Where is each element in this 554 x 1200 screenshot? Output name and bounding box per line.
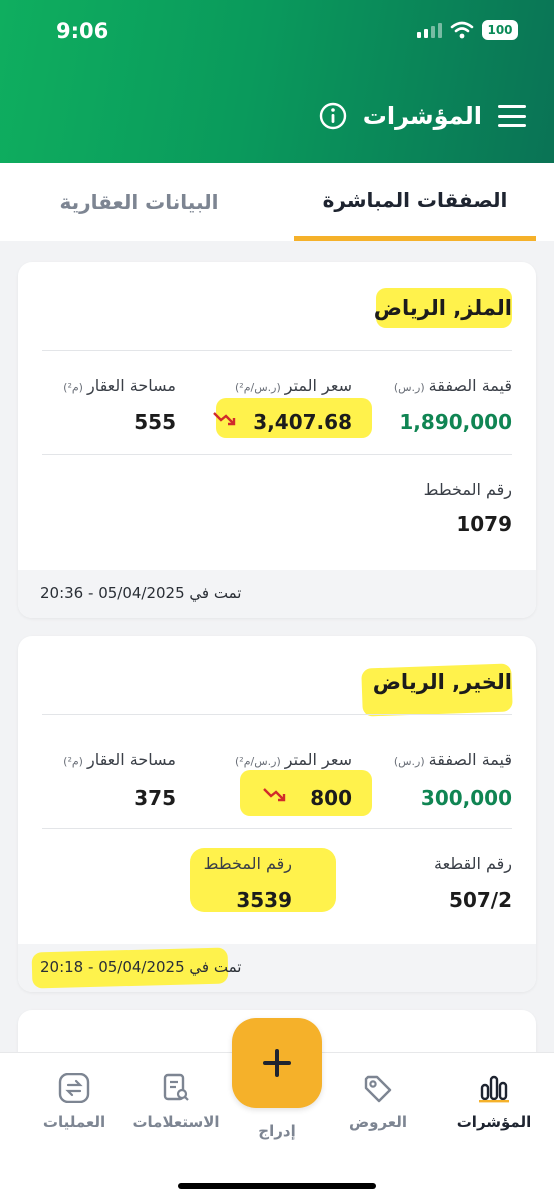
deal-location: الخير, الرياض — [372, 670, 512, 694]
plus-icon — [263, 1049, 291, 1077]
tab-bar: الصفقات المباشرة البيانات العقارية — [0, 163, 554, 241]
info-icon[interactable] — [319, 102, 347, 130]
area-label: مساحة العقار(م²) — [63, 376, 176, 395]
signal-icon — [417, 23, 442, 38]
plan-number-label: رقم المخطط — [423, 480, 512, 499]
nav-operations[interactable]: العمليات — [24, 1073, 124, 1131]
nav-inquiries[interactable]: الاستعلامات — [126, 1073, 226, 1131]
deal-card[interactable]: الخير, الرياض قيمة الصفقة(ر.س) سعر المتر… — [18, 636, 536, 992]
meter-price: 3,407.68 — [253, 410, 352, 434]
status-icons: 100 — [416, 20, 518, 40]
deal-value-label: قيمة الصفقة(ر.س) — [393, 750, 512, 769]
app-header: 9:06 100 المؤشرات — [0, 0, 554, 163]
document-search-icon — [163, 1073, 189, 1101]
bar-chart-icon — [479, 1075, 509, 1103]
area-value: 555 — [134, 410, 176, 434]
area-label: مساحة العقار(م²) — [63, 750, 176, 769]
nav-indicators[interactable]: المؤشرات — [444, 1073, 544, 1131]
divider — [42, 828, 512, 829]
deal-timestamp: تمت في 05/04/2025 - 20:36 — [40, 584, 242, 602]
meter-price-label: سعر المتر(ر.س/م²) — [234, 376, 352, 395]
home-indicator — [178, 1183, 376, 1189]
add-listing-button[interactable] — [232, 1018, 322, 1108]
deal-footer: تمت في 05/04/2025 - 20:36 — [18, 570, 536, 618]
plot-number: 507/2 — [449, 888, 512, 912]
deal-value: 300,000 — [420, 786, 512, 810]
deal-location: الملز, الرياض — [373, 296, 512, 320]
meter-price: 800 — [310, 786, 352, 810]
transfer-icon — [58, 1073, 90, 1103]
nav-label: الاستعلامات — [132, 1113, 220, 1131]
trend-down-icon — [213, 412, 236, 426]
tag-icon — [364, 1075, 392, 1103]
battery-icon: 100 — [482, 20, 518, 40]
trend-down-icon — [263, 788, 286, 802]
wifi-icon — [450, 21, 474, 39]
plan-number: 1079 — [456, 512, 512, 536]
nav-label: العمليات — [42, 1113, 106, 1131]
meter-price-label: سعر المتر(ر.س/م²) — [234, 750, 352, 769]
divider — [42, 350, 512, 351]
hamburger-menu-icon[interactable] — [498, 105, 526, 127]
status-time: 9:06 — [56, 19, 109, 43]
nav-label: العروض — [348, 1113, 408, 1131]
deal-value: 1,890,000 — [399, 410, 512, 434]
tab-real-estate-data[interactable]: البيانات العقارية — [18, 163, 260, 241]
nav-label: المؤشرات — [456, 1113, 532, 1131]
page-title: المؤشرات — [362, 102, 482, 130]
divider — [42, 454, 512, 455]
add-listing-label: إدراج — [258, 1122, 296, 1140]
deal-timestamp: تمت في 05/04/2025 - 20:18 — [40, 958, 242, 976]
highlight-mark — [240, 770, 372, 816]
deal-value-label: قيمة الصفقة(ر.س) — [393, 376, 512, 395]
header-title-row: المؤشرات — [319, 102, 526, 130]
area-value: 375 — [134, 786, 176, 810]
plan-number-label: رقم المخطط — [203, 854, 292, 873]
deal-card[interactable]: الملز, الرياض قيمة الصفقة(ر.س) سعر المتر… — [18, 262, 536, 618]
deal-footer: تمت في 05/04/2025 - 20:18 — [18, 944, 536, 992]
divider — [42, 714, 512, 715]
plan-number: 3539 — [236, 888, 292, 912]
tab-live-deals[interactable]: الصفقات المباشرة — [294, 163, 536, 241]
plot-number-label: رقم القطعة — [434, 854, 512, 873]
nav-offers[interactable]: العروض — [328, 1073, 428, 1131]
